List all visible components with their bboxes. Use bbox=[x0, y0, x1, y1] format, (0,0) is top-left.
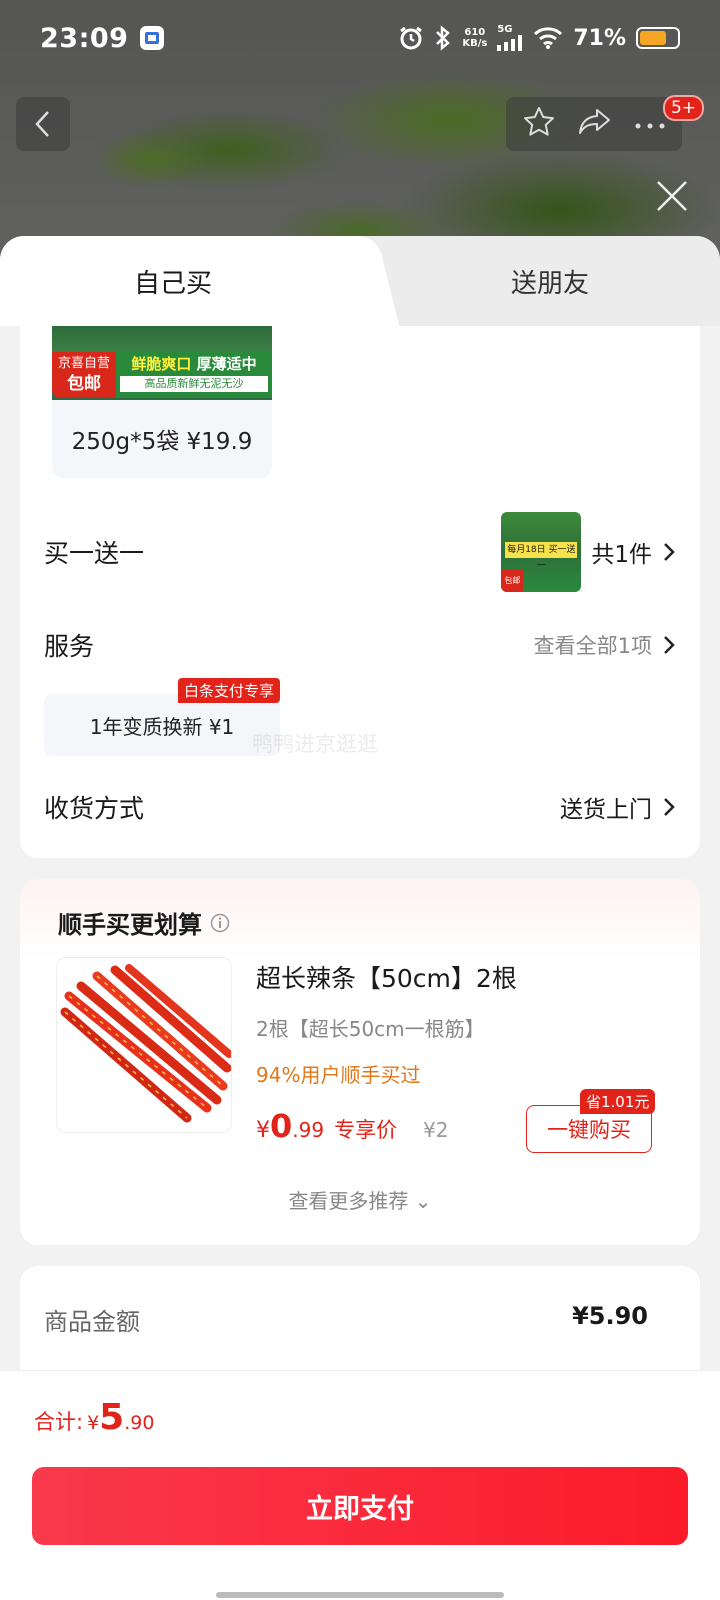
spec-label: 250g*5袋 ¥19.9 bbox=[71, 429, 253, 455]
order-options-card: 京喜自营 包邮 鲜脆爽口 厚薄适中 高品质新鲜无泥无沙 250g*5袋 ¥19.… bbox=[20, 326, 700, 858]
bottom-bar: 合计: ¥ 5 .90 立即支付 bbox=[0, 1370, 720, 1600]
delivery-row[interactable]: 收货方式 送货上门 bbox=[44, 782, 676, 832]
total-integer: 5 bbox=[99, 1397, 125, 1438]
more-recommendations-link[interactable]: 查看更多推荐 ⌄ bbox=[20, 1185, 700, 1214]
chevron-right-icon bbox=[664, 543, 675, 561]
star-icon bbox=[524, 107, 555, 136]
promo-count: 共1件 bbox=[591, 542, 652, 568]
price-currency: ¥ bbox=[256, 1118, 270, 1143]
bluetooth-icon bbox=[434, 25, 452, 51]
message-badge: 5+ bbox=[662, 95, 704, 121]
more-icon bbox=[635, 123, 665, 128]
delivery-label: 收货方式 bbox=[44, 794, 145, 823]
service-view-all: 查看全部1项 bbox=[533, 634, 652, 658]
service-row[interactable]: 服务 查看全部1项 bbox=[44, 620, 676, 670]
slogan-quality: 高品质新鲜无泥无沙 bbox=[120, 376, 268, 392]
spicy-strip-image bbox=[60, 964, 231, 1123]
amount-label: 商品金额 bbox=[44, 1308, 140, 1336]
status-time: 23:09 bbox=[40, 22, 129, 54]
wifi-icon bbox=[533, 26, 563, 50]
service-option-chip[interactable]: 1年变质换新 ¥1 bbox=[44, 694, 280, 756]
watermark: 鸭鸭进京逛逛 bbox=[252, 732, 378, 756]
free-shipping-badge: 京喜自营 包邮 bbox=[52, 352, 116, 398]
network-speed-unit: KB/s bbox=[462, 38, 488, 49]
tab-send-friend[interactable]: 送朋友 bbox=[360, 236, 720, 326]
delivery-value: 送货上门 bbox=[560, 797, 652, 823]
recommendation-product-image[interactable] bbox=[56, 957, 232, 1133]
total-decimal: .90 bbox=[124, 1412, 155, 1434]
tab-buy-self[interactable]: 自己买 bbox=[0, 236, 360, 326]
delivery-right: 送货上门 bbox=[560, 790, 676, 824]
recommendation-stat: 94%用户顺手买过 bbox=[256, 1063, 421, 1087]
close-icon bbox=[657, 181, 687, 211]
battery-percent: 71% bbox=[573, 25, 626, 51]
total-currency: ¥ bbox=[87, 1412, 100, 1434]
share-icon bbox=[578, 109, 610, 134]
nav-action-group bbox=[506, 97, 682, 151]
price-integer: 0 bbox=[270, 1107, 293, 1145]
app-notification-icon bbox=[140, 26, 165, 50]
service-label: 服务 bbox=[44, 632, 95, 661]
promo-label: 买一送一 bbox=[44, 539, 145, 568]
share-button[interactable] bbox=[577, 106, 613, 142]
service-option-text: 1年变质换新 ¥1 bbox=[89, 714, 235, 739]
price-label: 专享价 bbox=[334, 1118, 398, 1142]
order-total: 合计: ¥ 5 .90 bbox=[34, 1397, 154, 1438]
back-button[interactable] bbox=[16, 97, 70, 151]
product-slogan-banner: 鲜脆爽口 厚薄适中 高品质新鲜无泥无沙 bbox=[116, 352, 272, 398]
status-icons: 610 KB/s 5G 71% bbox=[398, 25, 680, 51]
more-button[interactable] bbox=[634, 115, 666, 134]
alarm-icon bbox=[398, 25, 424, 51]
promo-gift-thumbnail: 每月18日 买一送一 包邮 bbox=[501, 512, 582, 592]
recommendation-name[interactable]: 超长辣条【50cm】2根 bbox=[256, 959, 517, 995]
promo-gift-free: 包邮 bbox=[501, 570, 524, 592]
checkout-screen: 23:09 610 KB/s 5G 71% 5+ 送朋友 自己买 京喜自营 包邮… bbox=[0, 0, 720, 1600]
promo-gift-tag: 每月18日 买一送一 bbox=[505, 542, 578, 571]
battery-icon bbox=[636, 27, 680, 49]
recommendation-card: 顺手买更划算 超长辣条【50cm】2根 2根【超长50cm一根筋】 94%用户顺… bbox=[20, 879, 700, 1245]
slogan-crisp: 鲜脆爽口 bbox=[131, 355, 192, 373]
chevron-right-icon bbox=[664, 798, 675, 816]
slogan-thickness: 厚薄适中 bbox=[196, 355, 257, 373]
recommendation-title: 顺手买更划算 bbox=[58, 905, 230, 940]
network-speed-value: 610 bbox=[464, 27, 486, 38]
service-right: 查看全部1项 bbox=[534, 630, 676, 660]
signal-icon: 5G bbox=[497, 25, 523, 51]
amount-value: ¥5.90 bbox=[572, 1302, 648, 1330]
status-bar: 23:09 610 KB/s 5G 71% bbox=[0, 0, 720, 76]
savings-tag: 省1.01元 bbox=[580, 1089, 656, 1114]
tab-buy-self-label: 自己买 bbox=[133, 268, 212, 299]
recommendation-title-text: 顺手买更划算 bbox=[58, 911, 202, 939]
store-badge-text: 京喜自营 bbox=[57, 356, 110, 371]
back-icon bbox=[35, 111, 49, 137]
service-exclusive-tag: 白条支付专享 bbox=[178, 678, 281, 703]
tab-send-friend-label: 送朋友 bbox=[510, 268, 589, 299]
recommendation-subtitle: 2根【超长50cm一根筋】 bbox=[256, 1017, 485, 1041]
recommendation-price: ¥ 0 .99 专享价 ¥2 bbox=[256, 1107, 449, 1145]
selected-spec-card[interactable]: 京喜自营 包邮 鲜脆爽口 厚薄适中 高品质新鲜无泥无沙 250g*5袋 ¥19.… bbox=[52, 326, 272, 478]
original-price: ¥2 bbox=[423, 1118, 449, 1142]
purchase-tabs: 送朋友 自己买 bbox=[0, 236, 720, 326]
home-indicator[interactable] bbox=[216, 1592, 504, 1598]
pay-now-button[interactable]: 立即支付 bbox=[32, 1467, 688, 1545]
promo-row[interactable]: 买一送一 每月18日 买一送一 包邮 共1件 bbox=[44, 512, 676, 592]
total-label: 合计: bbox=[34, 1410, 84, 1434]
promo-right: 每月18日 买一送一 包邮 共1件 bbox=[501, 512, 676, 592]
network-speed: 610 KB/s bbox=[462, 27, 487, 49]
price-decimal: .99 bbox=[292, 1118, 325, 1142]
favorite-button[interactable] bbox=[522, 105, 556, 143]
top-nav: 5+ bbox=[16, 95, 704, 151]
info-icon[interactable] bbox=[210, 913, 230, 933]
network-type: 5G bbox=[497, 24, 513, 35]
chevron-right-icon bbox=[664, 636, 675, 654]
free-shipping-text: 包邮 bbox=[67, 374, 101, 394]
close-sheet-button[interactable] bbox=[654, 178, 690, 214]
